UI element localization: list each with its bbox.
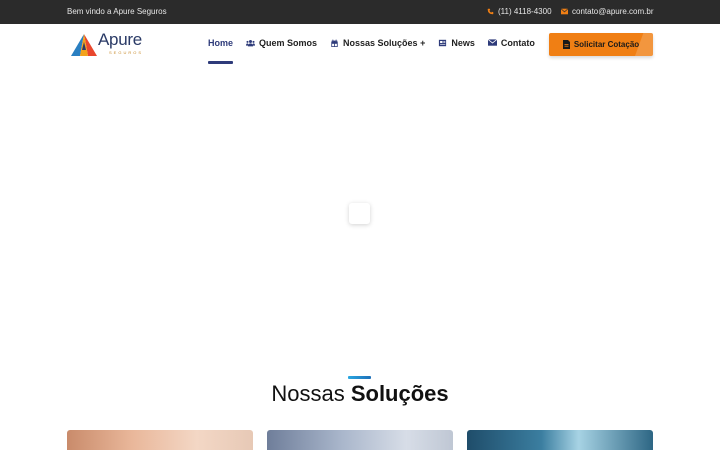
- phone-icon: [487, 8, 494, 15]
- newspaper-icon: [439, 39, 447, 47]
- main-header: Apure SEGUROS Home Quem Somos Nossas Sol…: [0, 24, 720, 66]
- solution-card-1[interactable]: [67, 430, 253, 450]
- nav-item-nossas-solucoes[interactable]: Nossas Soluções +: [330, 38, 425, 48]
- request-quote-button[interactable]: Solicitar Cotação: [549, 33, 653, 56]
- nav-item-quem-somos[interactable]: Quem Somos: [246, 38, 317, 48]
- logo-mark-icon: [71, 34, 97, 56]
- solution-card-3[interactable]: [467, 430, 653, 450]
- nav-item-news[interactable]: News: [438, 38, 475, 48]
- brand-name: Apure: [98, 30, 142, 49]
- nav-item-label: Quem Somos: [259, 38, 318, 48]
- email-contact[interactable]: contato@apure.com.br: [561, 7, 654, 16]
- users-icon: [246, 40, 256, 47]
- active-nav-indicator: [208, 61, 233, 64]
- envelope-icon: [487, 39, 497, 46]
- nav-item-contato[interactable]: Contato: [487, 38, 535, 48]
- section-accent-bar: [348, 376, 371, 379]
- envelope-icon: [561, 8, 568, 15]
- nav-item-label: News: [451, 38, 475, 48]
- phone-number: (11) 4118-4300: [498, 7, 552, 16]
- welcome-text: Bem vindo a Apure Seguros: [67, 7, 167, 16]
- section-title-light: Nossas: [271, 381, 351, 406]
- main-nav: Home Quem Somos Nossas Soluções + News C…: [208, 38, 548, 48]
- nav-item-label: Home: [208, 38, 234, 48]
- solution-card-2[interactable]: [267, 430, 453, 450]
- loading-spinner: [349, 203, 370, 224]
- document-icon: [562, 40, 570, 49]
- section-title: Nossas Soluções: [0, 381, 720, 407]
- section-title-bold: Soluções: [350, 381, 449, 406]
- phone-contact[interactable]: (11) 4118-4300: [487, 7, 552, 16]
- top-bar: Bem vindo a Apure Seguros (11) 4118-4300…: [0, 0, 720, 24]
- nav-item-home[interactable]: Home: [208, 38, 233, 48]
- nav-item-label: Contato: [500, 38, 535, 48]
- request-quote-label: Solicitar Cotação: [573, 40, 640, 49]
- nav-item-label: Nossas Soluções +: [343, 38, 426, 48]
- gift-icon: [331, 39, 338, 47]
- email-address: contato@apure.com.br: [572, 7, 654, 16]
- brand-tagline: SEGUROS: [109, 50, 144, 55]
